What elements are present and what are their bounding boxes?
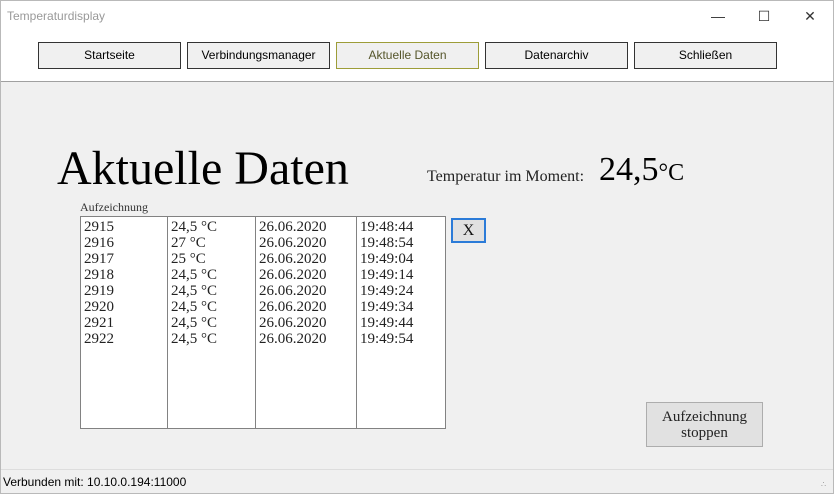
- list-item[interactable]: 2916: [84, 235, 164, 251]
- schliessen-button[interactable]: Schließen: [634, 42, 777, 69]
- list-item[interactable]: 24,5 °C: [171, 299, 252, 315]
- list-item[interactable]: 26.06.2020: [259, 315, 353, 331]
- list-item[interactable]: 24,5 °C: [171, 315, 252, 331]
- list-item[interactable]: 24,5 °C: [171, 267, 252, 283]
- list-item[interactable]: 2915: [84, 219, 164, 235]
- connection-status: Verbunden mit: 10.10.0.194:11000: [3, 475, 187, 489]
- list-item[interactable]: 26.06.2020: [259, 219, 353, 235]
- list-item[interactable]: 26.06.2020: [259, 299, 353, 315]
- datenarchiv-button[interactable]: Datenarchiv: [485, 42, 628, 69]
- recording-id-column: 2915 2916 2917 2918 2919 2920 2921 2922: [81, 217, 168, 428]
- list-item[interactable]: 19:49:14: [360, 267, 442, 283]
- list-item[interactable]: 19:48:54: [360, 235, 442, 251]
- aktuelle-daten-button[interactable]: Aktuelle Daten: [336, 42, 479, 69]
- stop-recording-label-line2: stoppen: [681, 425, 728, 441]
- list-item[interactable]: 26.06.2020: [259, 331, 353, 347]
- close-icon[interactable]: ✕: [787, 1, 833, 31]
- startseite-button[interactable]: Startseite: [38, 42, 181, 69]
- current-temperature-label: Temperatur im Moment:: [427, 168, 585, 185]
- list-item[interactable]: 2918: [84, 267, 164, 283]
- resize-grip-icon[interactable]: ∴: [821, 481, 831, 492]
- window-title: Temperaturdisplay: [7, 9, 106, 23]
- list-item[interactable]: 2921: [84, 315, 164, 331]
- list-item[interactable]: 19:49:44: [360, 315, 442, 331]
- list-item[interactable]: 24,5 °C: [171, 331, 252, 347]
- stop-recording-label-line1: Aufzeichnung: [662, 409, 747, 425]
- list-item[interactable]: 2919: [84, 283, 164, 299]
- list-item[interactable]: 2917: [84, 251, 164, 267]
- app-window: Temperaturdisplay — ☐ ✕ Startseite Verbi…: [0, 0, 834, 494]
- recording-time-column: 19:48:44 19:48:54 19:49:04 19:49:14 19:4…: [357, 217, 445, 428]
- list-item[interactable]: 25 °C: [171, 251, 252, 267]
- list-item[interactable]: 19:49:04: [360, 251, 442, 267]
- list-item[interactable]: 27 °C: [171, 235, 252, 251]
- recording-temp-column: 24,5 °C 27 °C 25 °C 24,5 °C 24,5 °C 24,5…: [168, 217, 256, 428]
- list-item[interactable]: 19:49:24: [360, 283, 442, 299]
- recording-list[interactable]: 2915 2916 2917 2918 2919 2920 2921 2922 …: [80, 216, 446, 429]
- recording-label: Aufzeichnung: [80, 200, 148, 214]
- list-item[interactable]: 2922: [84, 331, 164, 347]
- list-item[interactable]: 26.06.2020: [259, 235, 353, 251]
- current-temperature-number: 24,5: [599, 151, 659, 188]
- list-item[interactable]: 24,5 °C: [171, 219, 252, 235]
- current-temperature-value: 24,5°C: [599, 151, 684, 189]
- page-title: Aktuelle Daten: [57, 142, 349, 195]
- list-item[interactable]: 26.06.2020: [259, 267, 353, 283]
- list-item[interactable]: 19:49:34: [360, 299, 442, 315]
- stop-recording-button[interactable]: Aufzeichnung stoppen: [646, 402, 763, 447]
- list-item[interactable]: 26.06.2020: [259, 251, 353, 267]
- current-temperature-unit: °C: [658, 160, 685, 186]
- recording-date-column: 26.06.2020 26.06.2020 26.06.2020 26.06.2…: [256, 217, 357, 428]
- status-bar: Verbunden mit: 10.10.0.194:11000 ∴: [1, 469, 833, 493]
- title-bar[interactable]: Temperaturdisplay — ☐ ✕: [1, 1, 833, 31]
- list-item[interactable]: 24,5 °C: [171, 283, 252, 299]
- list-item[interactable]: 19:49:54: [360, 331, 442, 347]
- nav-toolbar: Startseite Verbindungsmanager Aktuelle D…: [1, 31, 833, 82]
- verbindungsmanager-button[interactable]: Verbindungsmanager: [187, 42, 330, 69]
- maximize-icon[interactable]: ☐: [741, 1, 787, 31]
- clear-recording-button[interactable]: X: [451, 218, 486, 243]
- list-item[interactable]: 19:48:44: [360, 219, 442, 235]
- list-item[interactable]: 26.06.2020: [259, 283, 353, 299]
- list-item[interactable]: 2920: [84, 299, 164, 315]
- minimize-icon[interactable]: —: [695, 1, 741, 31]
